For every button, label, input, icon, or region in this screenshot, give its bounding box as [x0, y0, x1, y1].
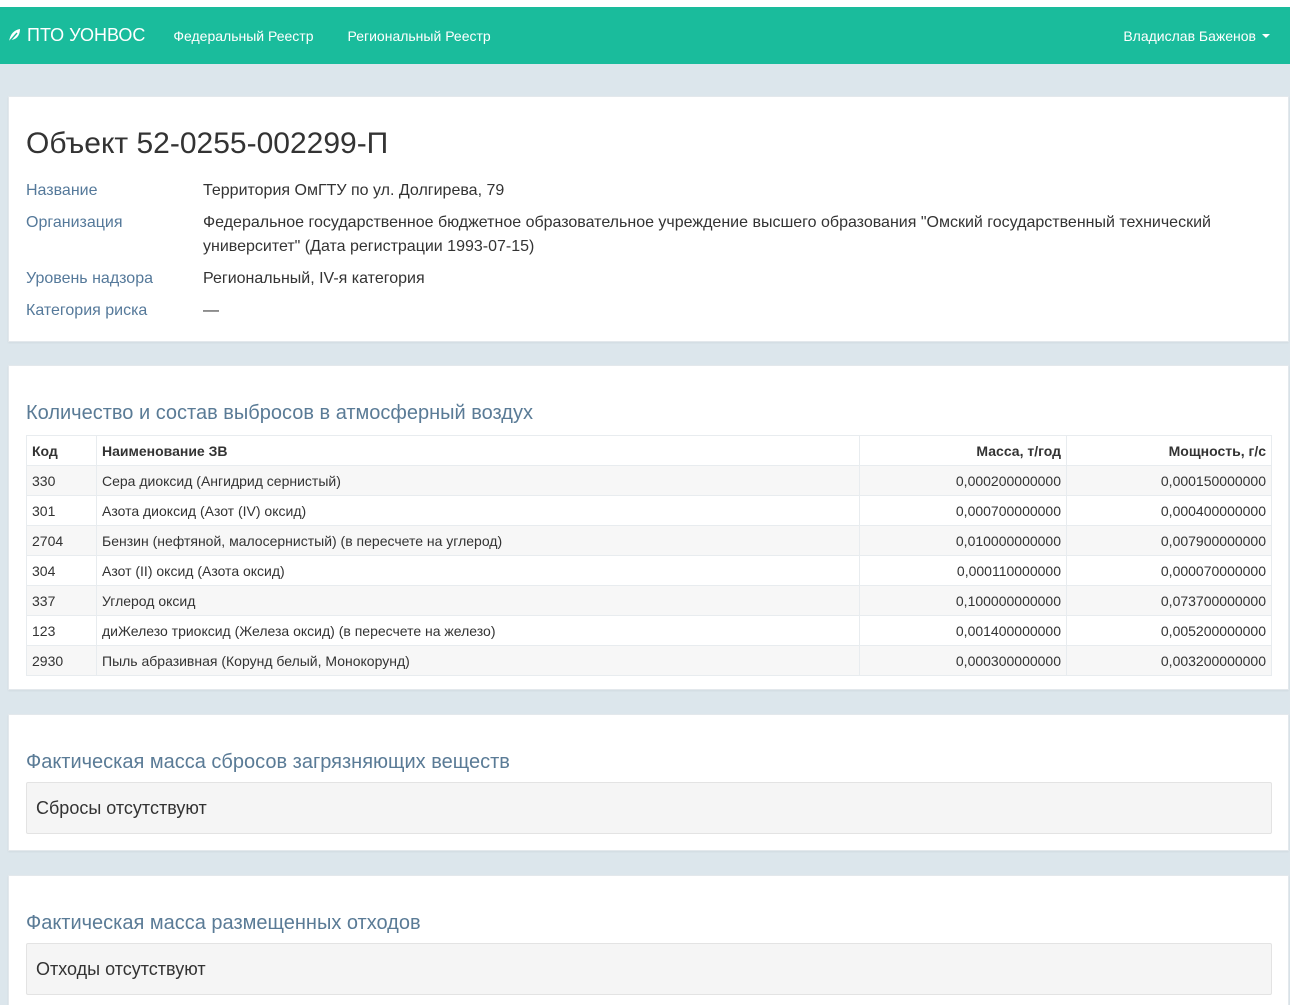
cell-code: 337 [26, 585, 97, 616]
nav-federal-registry[interactable]: Федеральный Реестр [173, 28, 313, 44]
navbar: ПТО УОНВОС Федеральный Реестр Региональн… [0, 7, 1290, 64]
cell-substance: Азот (II) оксид (Азота оксид) [96, 555, 860, 586]
column-header-mass: Масса, т/год [859, 435, 1067, 466]
user-name: Владислав Баженов [1123, 27, 1256, 44]
cell-code: 2704 [26, 525, 97, 556]
cell-power: 0,007900000000 [1066, 525, 1272, 556]
field-label: Название [26, 182, 98, 199]
waste-empty-message: Отходы отсутствуют [26, 943, 1272, 995]
cell-substance: Сера диоксид (Ангидрид сернистый) [96, 465, 860, 496]
emissions-table: Код Наименование ЗВ Масса, т/год Мощност… [26, 435, 1272, 676]
emissions-panel: Количество и состав выбросов в атмосферн… [8, 365, 1289, 690]
page-title: Объект 52-0255-002299-П [26, 127, 389, 160]
table-row: 301 Азота диоксид (Азот (IV) оксид) 0,00… [26, 495, 1272, 526]
cell-substance: Бензин (нефтяной, малосернистый) (в пере… [96, 525, 860, 556]
table-row: 2930 Пыль абразивная (Корунд белый, Моно… [26, 645, 1272, 676]
cell-code: 2930 [26, 645, 97, 676]
table-row: 330 Сера диоксид (Ангидрид сернистый) 0,… [26, 465, 1272, 496]
brand-label: ПТО УОНВОС [27, 25, 146, 45]
discharges-title: Фактическая масса сбросов загрязняющих в… [26, 751, 510, 773]
cell-mass: 0,010000000000 [859, 525, 1067, 556]
discharges-empty-message: Сбросы отсутствуют [26, 782, 1272, 834]
table-row: 123 диЖелезо триоксид (Железа оксид) (в … [26, 615, 1272, 646]
cell-mass: 0,100000000000 [859, 585, 1067, 616]
column-header-substance: Наименование ЗВ [96, 435, 860, 466]
table-row: 337 Углерод оксид 0,100000000000 0,07370… [26, 585, 1272, 616]
field-value: Федеральное государственное бюджетное об… [203, 214, 1211, 255]
brand-link[interactable]: ПТО УОНВОС [8, 25, 145, 46]
cell-code: 123 [26, 615, 97, 646]
top-crop-strip [0, 0, 1290, 7]
cell-substance: Пыль абразивная (Корунд белый, Монокорун… [96, 645, 860, 676]
cell-mass: 0,000200000000 [859, 465, 1067, 496]
cell-mass: 0,001400000000 [859, 615, 1067, 646]
field-label: Уровень надзора [26, 270, 153, 287]
waste-title: Фактическая масса размещенных отходов [26, 912, 421, 934]
column-header-code: Код [26, 435, 97, 466]
table-header-row: Код Наименование ЗВ Масса, т/год Мощност… [26, 435, 1272, 466]
cell-substance: Углерод оксид [96, 585, 860, 616]
cell-power: 0,000400000000 [1066, 495, 1272, 526]
object-panel: Объект 52-0255-002299-П Название Террито… [8, 96, 1289, 342]
caret-down-icon [1262, 33, 1270, 38]
cell-power: 0,005200000000 [1066, 615, 1272, 646]
cell-mass: 0,000700000000 [859, 495, 1067, 526]
field-value: Региональный, IV-я категория [203, 270, 425, 287]
table-row: 2704 Бензин (нефтяной, малосернистый) (в… [26, 525, 1272, 556]
field-value: Территория ОмГТУ по ул. Долгирева, 79 [203, 182, 505, 199]
cell-power: 0,003200000000 [1066, 645, 1272, 676]
waste-panel: Фактическая масса размещенных отходов От… [8, 875, 1289, 1005]
field-value: — [203, 302, 219, 319]
column-header-power: Мощность, г/с [1066, 435, 1272, 466]
cell-substance: Азота диоксид (Азот (IV) оксид) [96, 495, 860, 526]
cell-power: 0,000150000000 [1066, 465, 1272, 496]
table-row: 304 Азот (II) оксид (Азота оксид) 0,0001… [26, 555, 1272, 586]
cell-code: 304 [26, 555, 97, 586]
field-label: Организация [26, 214, 123, 231]
leaf-icon [8, 29, 20, 43]
discharges-panel: Фактическая масса сбросов загрязняющих в… [8, 714, 1289, 851]
cell-mass: 0,000110000000 [859, 555, 1067, 586]
cell-power: 0,073700000000 [1066, 585, 1272, 616]
field-label: Категория риска [26, 302, 148, 319]
cell-power: 0,000070000000 [1066, 555, 1272, 586]
cell-code: 330 [26, 465, 97, 496]
emissions-title: Количество и состав выбросов в атмосферн… [26, 402, 533, 424]
cell-substance: диЖелезо триоксид (Железа оксид) (в пере… [96, 615, 860, 646]
user-menu[interactable]: Владислав Баженов [1123, 28, 1270, 44]
cell-mass: 0,000300000000 [859, 645, 1067, 676]
nav-regional-registry[interactable]: Региональный Реестр [347, 28, 490, 44]
cell-code: 301 [26, 495, 97, 526]
